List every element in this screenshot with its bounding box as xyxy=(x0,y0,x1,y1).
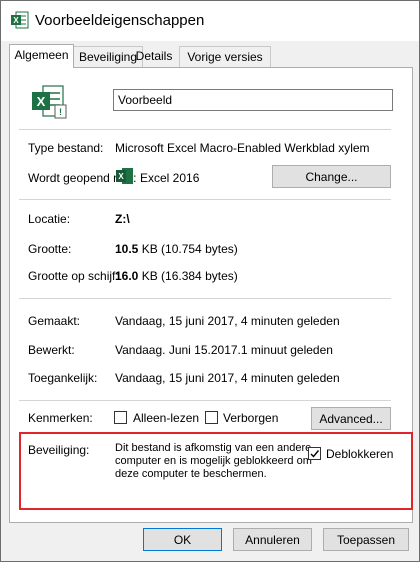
created-label: Gemaakt: xyxy=(28,314,81,328)
readonly-checkbox[interactable] xyxy=(114,411,127,424)
opens-with-value: Excel 2016 xyxy=(140,171,200,185)
advanced-button[interactable]: Advanced... xyxy=(311,407,391,430)
tab-details[interactable]: Details xyxy=(133,46,175,66)
svg-text:X: X xyxy=(13,16,19,25)
size-number: 10.5 xyxy=(115,242,139,256)
tab-general[interactable]: Algemeen xyxy=(9,44,74,68)
excel-file-icon: X xyxy=(11,11,29,29)
ok-button[interactable]: OK xyxy=(143,528,222,551)
type-value: Microsoft Excel Macro-Enabled Werkblad x… xyxy=(115,141,370,155)
divider xyxy=(19,199,391,200)
type-label: Type bestand: xyxy=(28,141,104,155)
disk-size-number: 16.0 xyxy=(115,269,139,283)
tab-previous-versions[interactable]: Vorige versies xyxy=(179,46,271,67)
unblock-label: Deblokkeren xyxy=(326,447,394,461)
apply-button[interactable]: Toepassen xyxy=(323,528,409,551)
disk-size-label: Grootte op schijf: xyxy=(28,269,119,283)
location-label: Locatie: xyxy=(28,212,71,226)
window-title: Voorbeeldeigenschappen xyxy=(35,12,205,29)
filename-input[interactable]: Voorbeeld xyxy=(113,89,393,111)
attributes-label: Kenmerken: xyxy=(28,411,93,425)
divider xyxy=(19,129,391,130)
tab-strip: Algemeen Beveiliging Details Vorige vers… xyxy=(9,44,413,68)
hidden-label: Verborgen xyxy=(223,411,279,425)
excel-app-icon: X xyxy=(116,168,133,184)
accessed-label: Toegankelijk: xyxy=(28,371,98,385)
change-button[interactable]: Change... xyxy=(272,165,391,188)
modified-label: Bewerkt: xyxy=(28,343,75,357)
security-label: Beveiliging: xyxy=(28,443,90,457)
excel-macro-file-icon: X ! xyxy=(32,85,67,119)
accessed-value: Vandaag, 15 juni 2017, 4 minuten geleden xyxy=(115,371,340,385)
title-bar: X Voorbeeldeigenschappen xyxy=(1,1,419,41)
readonly-label: Alleen-lezen xyxy=(133,411,200,425)
size-label: Grootte: xyxy=(28,242,72,256)
unblock-checkbox[interactable] xyxy=(308,447,321,460)
divider xyxy=(19,400,391,401)
security-warning-text: Dit bestand is afkomstig van een andere … xyxy=(115,442,312,480)
divider xyxy=(19,298,391,299)
svg-text:!: ! xyxy=(59,107,62,117)
properties-dialog: X Voorbeeldeigenschappen Algemeen Beveil… xyxy=(0,0,420,562)
modified-value: Vandaag. Juni 15.2017.1 minuut geleden xyxy=(115,343,333,357)
svg-text:X: X xyxy=(118,172,124,181)
created-value: Vandaag, 15 juni 2017, 4 minuten geleden xyxy=(115,314,340,328)
svg-text:X: X xyxy=(37,94,46,109)
checkmark-icon xyxy=(310,450,320,458)
disk-size-detail: KB (16.384 bytes) xyxy=(138,269,238,283)
hidden-checkbox[interactable] xyxy=(205,411,218,424)
size-value: 10.5 KB (10.754 bytes) xyxy=(115,242,238,256)
disk-size-value: 16.0 KB (16.384 bytes) xyxy=(115,269,238,283)
cancel-button[interactable]: Annuleren xyxy=(233,528,312,551)
size-detail: KB (10.754 bytes) xyxy=(138,242,238,256)
location-value: Z:\ xyxy=(115,212,130,226)
